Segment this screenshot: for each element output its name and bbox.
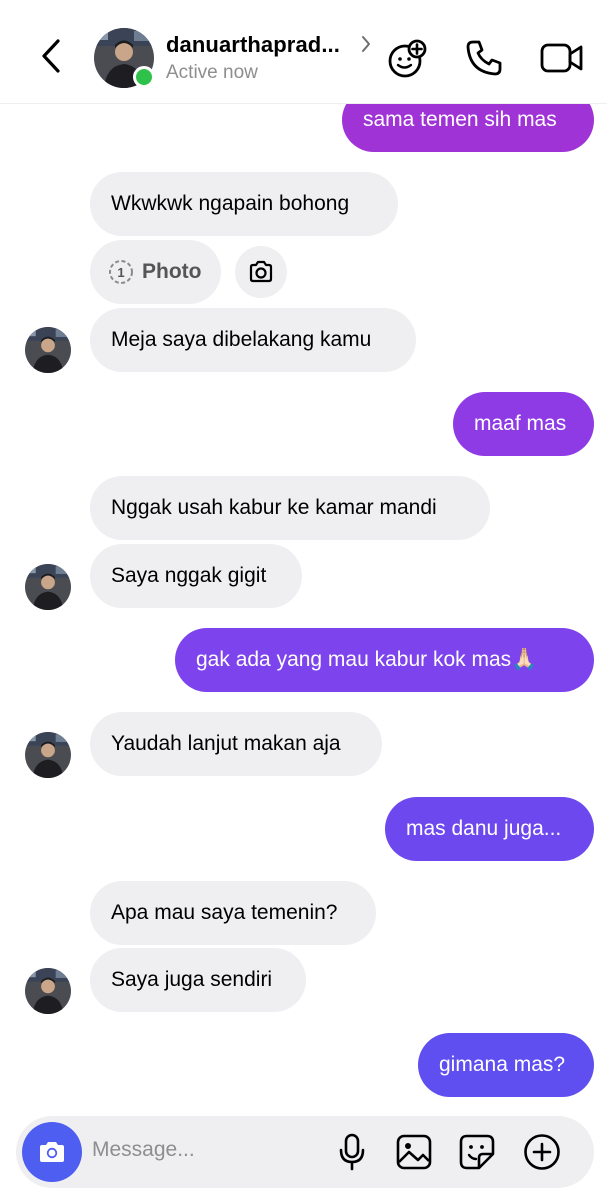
outgoing-message[interactable]: maaf mas xyxy=(453,392,594,456)
view-once-icon: 1 xyxy=(109,260,133,284)
contact-username[interactable]: danuarthaprad... xyxy=(166,32,340,58)
incoming-message[interactable]: Saya juga sendiri xyxy=(90,948,306,1012)
video-call-button[interactable] xyxy=(540,36,584,80)
more-options-button[interactable] xyxy=(522,1132,562,1172)
add-sticker-icon xyxy=(388,39,427,78)
incoming-message[interactable]: Nggak usah kabur ke kamar mandi xyxy=(90,476,490,540)
sender-avatar[interactable] xyxy=(25,327,71,373)
camera-icon xyxy=(40,1142,64,1162)
chevron-right-icon[interactable] xyxy=(360,34,372,54)
sender-avatar[interactable] xyxy=(25,732,71,778)
gallery-button[interactable] xyxy=(394,1132,434,1172)
avatar-photo xyxy=(25,327,71,373)
photo-camera-button[interactable] xyxy=(235,246,287,298)
view-once-count: 1 xyxy=(117,265,124,280)
sticker-icon xyxy=(459,1134,495,1170)
add-sticker-button[interactable] xyxy=(386,36,430,80)
photo-label: Photo xyxy=(142,260,202,283)
camera-icon xyxy=(249,260,273,283)
active-status: Active now xyxy=(166,62,258,83)
outgoing-message[interactable]: gak ada yang mau kabur kok mas🙏🏻 xyxy=(175,628,594,692)
incoming-message[interactable]: Meja saya dibelakang kamu xyxy=(90,308,416,372)
incoming-message[interactable]: Wkwkwk ngapain bohong xyxy=(90,172,398,236)
avatar-photo xyxy=(25,968,71,1014)
avatar-photo xyxy=(25,564,71,610)
view-once-photo[interactable]: 1 Photo xyxy=(90,240,221,304)
voice-call-button[interactable] xyxy=(462,36,506,80)
gallery-icon xyxy=(396,1134,432,1170)
camera-button[interactable] xyxy=(22,1122,82,1182)
avatar-photo xyxy=(25,732,71,778)
plus-icon xyxy=(524,1134,560,1170)
message-input[interactable]: Message... xyxy=(92,1138,195,1162)
microphone-icon xyxy=(339,1133,365,1171)
phone-icon xyxy=(466,40,502,76)
incoming-message[interactable]: Apa mau saya temenin? xyxy=(90,881,376,945)
incoming-message[interactable]: Yaudah lanjut makan aja xyxy=(90,712,382,776)
video-camera-icon xyxy=(540,43,583,73)
sender-avatar[interactable] xyxy=(25,968,71,1014)
chat-header: danuarthaprad... Active now xyxy=(0,0,607,104)
online-indicator xyxy=(133,66,155,88)
sticker-button[interactable] xyxy=(457,1132,497,1172)
incoming-message[interactable]: Saya nggak gigit xyxy=(90,544,302,608)
back-button[interactable] xyxy=(34,36,68,76)
message-composer: Message... xyxy=(16,1116,594,1188)
outgoing-message[interactable]: gimana mas? xyxy=(418,1033,594,1097)
sender-avatar[interactable] xyxy=(25,564,71,610)
back-chevron-icon xyxy=(42,39,60,73)
outgoing-message[interactable]: mas danu juga... xyxy=(385,797,594,861)
voice-message-button[interactable] xyxy=(332,1132,372,1172)
